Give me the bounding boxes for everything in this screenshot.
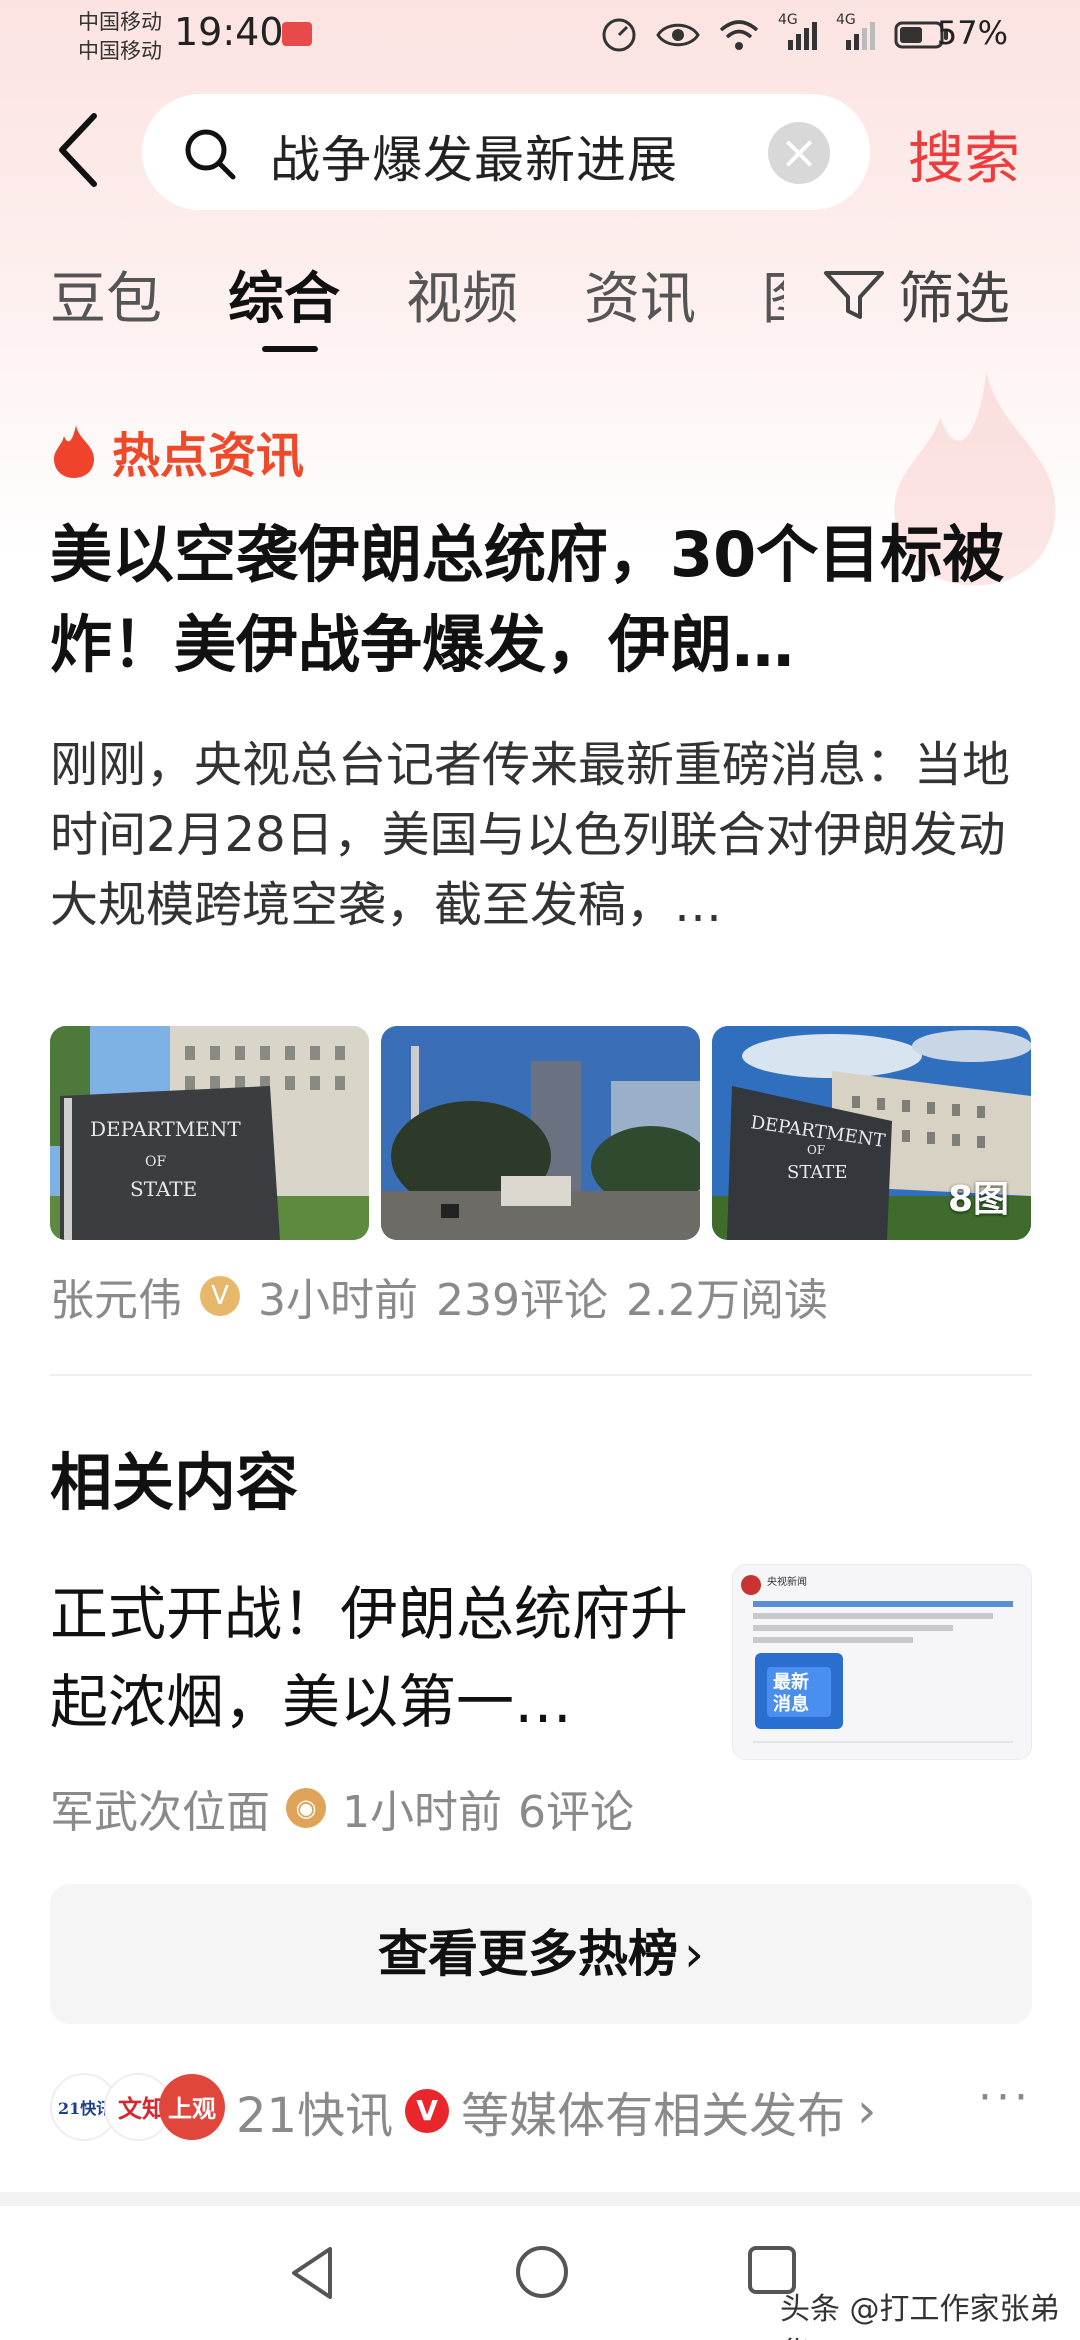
related-author[interactable]: 军武次位面 [50,1776,270,1840]
chevron-right-icon: › [684,1925,704,1983]
back-button[interactable] [50,110,110,190]
photo-count: 8图 [947,1179,1009,1220]
related-item-thumbnail[interactable]: 央视新闻 最新 消息 [732,1564,1032,1760]
svg-text:DEPARTMENT: DEPARTMENT [90,1117,241,1141]
time-ago: 3小时前 [258,1275,418,1326]
signal-icon-2: 4G [836,12,876,52]
tab-news[interactable]: 资讯 [584,254,696,335]
news-photo-1[interactable]: DEPARTMENT OF STATE [50,1026,369,1240]
category-tabs: 豆包 综合 视频 资讯 图 筛选 [0,250,1080,360]
divider [50,1374,1032,1376]
chevron-right-icon: › [857,2083,877,2139]
comment-count: 239评论 [436,1275,608,1326]
related-item-title[interactable]: 正式开战！伊朗总统府升起浓烟，美以第一… [50,1570,690,1746]
clear-icon[interactable]: × [768,122,830,184]
speed-icon [602,18,636,52]
read-count: 2.2万阅读 [625,1275,828,1326]
thumb-source: 央视新闻 [767,1575,807,1588]
svg-text:OF: OF [145,1154,166,1170]
active-tab-indicator [262,346,318,352]
flame-icon [54,425,94,478]
author-name[interactable]: 张元伟 [50,1264,182,1328]
author-badge-icon: ◉ [286,1788,326,1828]
hot-news-header: 热点资讯 [50,416,304,486]
hot-news-title: 热点资讯 [112,428,305,484]
status-bar: 中国移动 中国移动 19:40 4G 4G 57% [0,0,1080,72]
svg-text:消息: 消息 [773,1693,809,1715]
svg-text:STATE: STATE [787,1162,848,1183]
search-button[interactable]: 搜索 [908,114,1020,195]
notification-icon [282,22,312,46]
nav-back-icon[interactable] [286,2244,338,2302]
svg-text:OF: OF [807,1143,825,1157]
related-time: 1小时前 [342,1787,502,1838]
carrier-label: 中国移动 中国移动 [78,10,162,63]
battery-percent: 57% [936,14,1008,52]
tab-general[interactable]: 综合 [228,254,340,335]
media-suffix: 等媒体有相关发布 [461,2088,846,2144]
news-summary[interactable]: 刚刚，央视总台记者传来最新重磅消息：当地时间2月28日，美国与以色列联合对伊朗发… [50,730,1035,940]
tab-doubao[interactable]: 豆包 [50,254,162,335]
media-logos: 21快讯 文知 上观 [50,2073,225,2141]
related-title: 相关内容 [50,1446,299,1519]
clock: 19:40 [174,10,284,54]
verified-icon: V [200,1276,240,1316]
related-meta: 军武次位面 ◉ 1小时前 6评论 [50,1776,634,1840]
filter-icon [824,270,884,319]
related-comments: 6评论 [518,1787,634,1838]
news-headline[interactable]: 美以空袭伊朗总统府，30个目标被炸！美伊战争爆发，伊朗… [50,510,1035,690]
bottom-separator [0,2192,1080,2206]
tab-video[interactable]: 视频 [406,254,518,335]
news-photos[interactable]: DEPARTMENT OF STATE DEPARTMENT OF STATE … [50,1026,1032,1240]
news-photo-3[interactable]: DEPARTMENT OF STATE 8图 [712,1026,1031,1240]
filter-label: 筛选 [898,267,1010,332]
svg-text:上观: 上观 [168,2094,216,2123]
more-icon[interactable]: ··· [978,2072,1032,2123]
filter-button[interactable]: 筛选 [822,254,1010,335]
verified-red-icon: V [405,2089,450,2133]
search-input[interactable]: 战争爆发最新进展 × [142,94,870,210]
media-source-name: 21快讯 [236,2088,394,2144]
search-icon [185,129,236,180]
search-query[interactable]: 战争爆发最新进展 [270,120,678,192]
news-photo-2[interactable] [381,1026,700,1240]
signal-icon-1: 4G [778,12,818,52]
svg-text:STATE: STATE [130,1177,197,1201]
watermark: 头条 @打工作家张弟华 [780,2292,1060,2340]
wifi-icon [719,20,759,50]
system-nav-bar: 头条 @打工作家张弟华 [0,2206,1080,2340]
back-arrow-icon [59,113,97,187]
news-meta: 张元伟 V 3小时前 239评论 2.2万阅读 [50,1264,828,1328]
media-sources-row[interactable]: 21快讯 文知 上观 21快讯 V 等媒体有相关发布 › ··· [50,2072,1032,2144]
see-more-hot-list-button[interactable]: 查看更多热榜 › [50,1884,1032,2024]
tab-images[interactable]: 图 [762,254,784,335]
svg-text:最新: 最新 [773,1671,809,1693]
svg-text:文知: 文知 [118,2094,166,2123]
nav-home-icon[interactable] [514,2244,570,2300]
eye-icon [656,23,700,47]
